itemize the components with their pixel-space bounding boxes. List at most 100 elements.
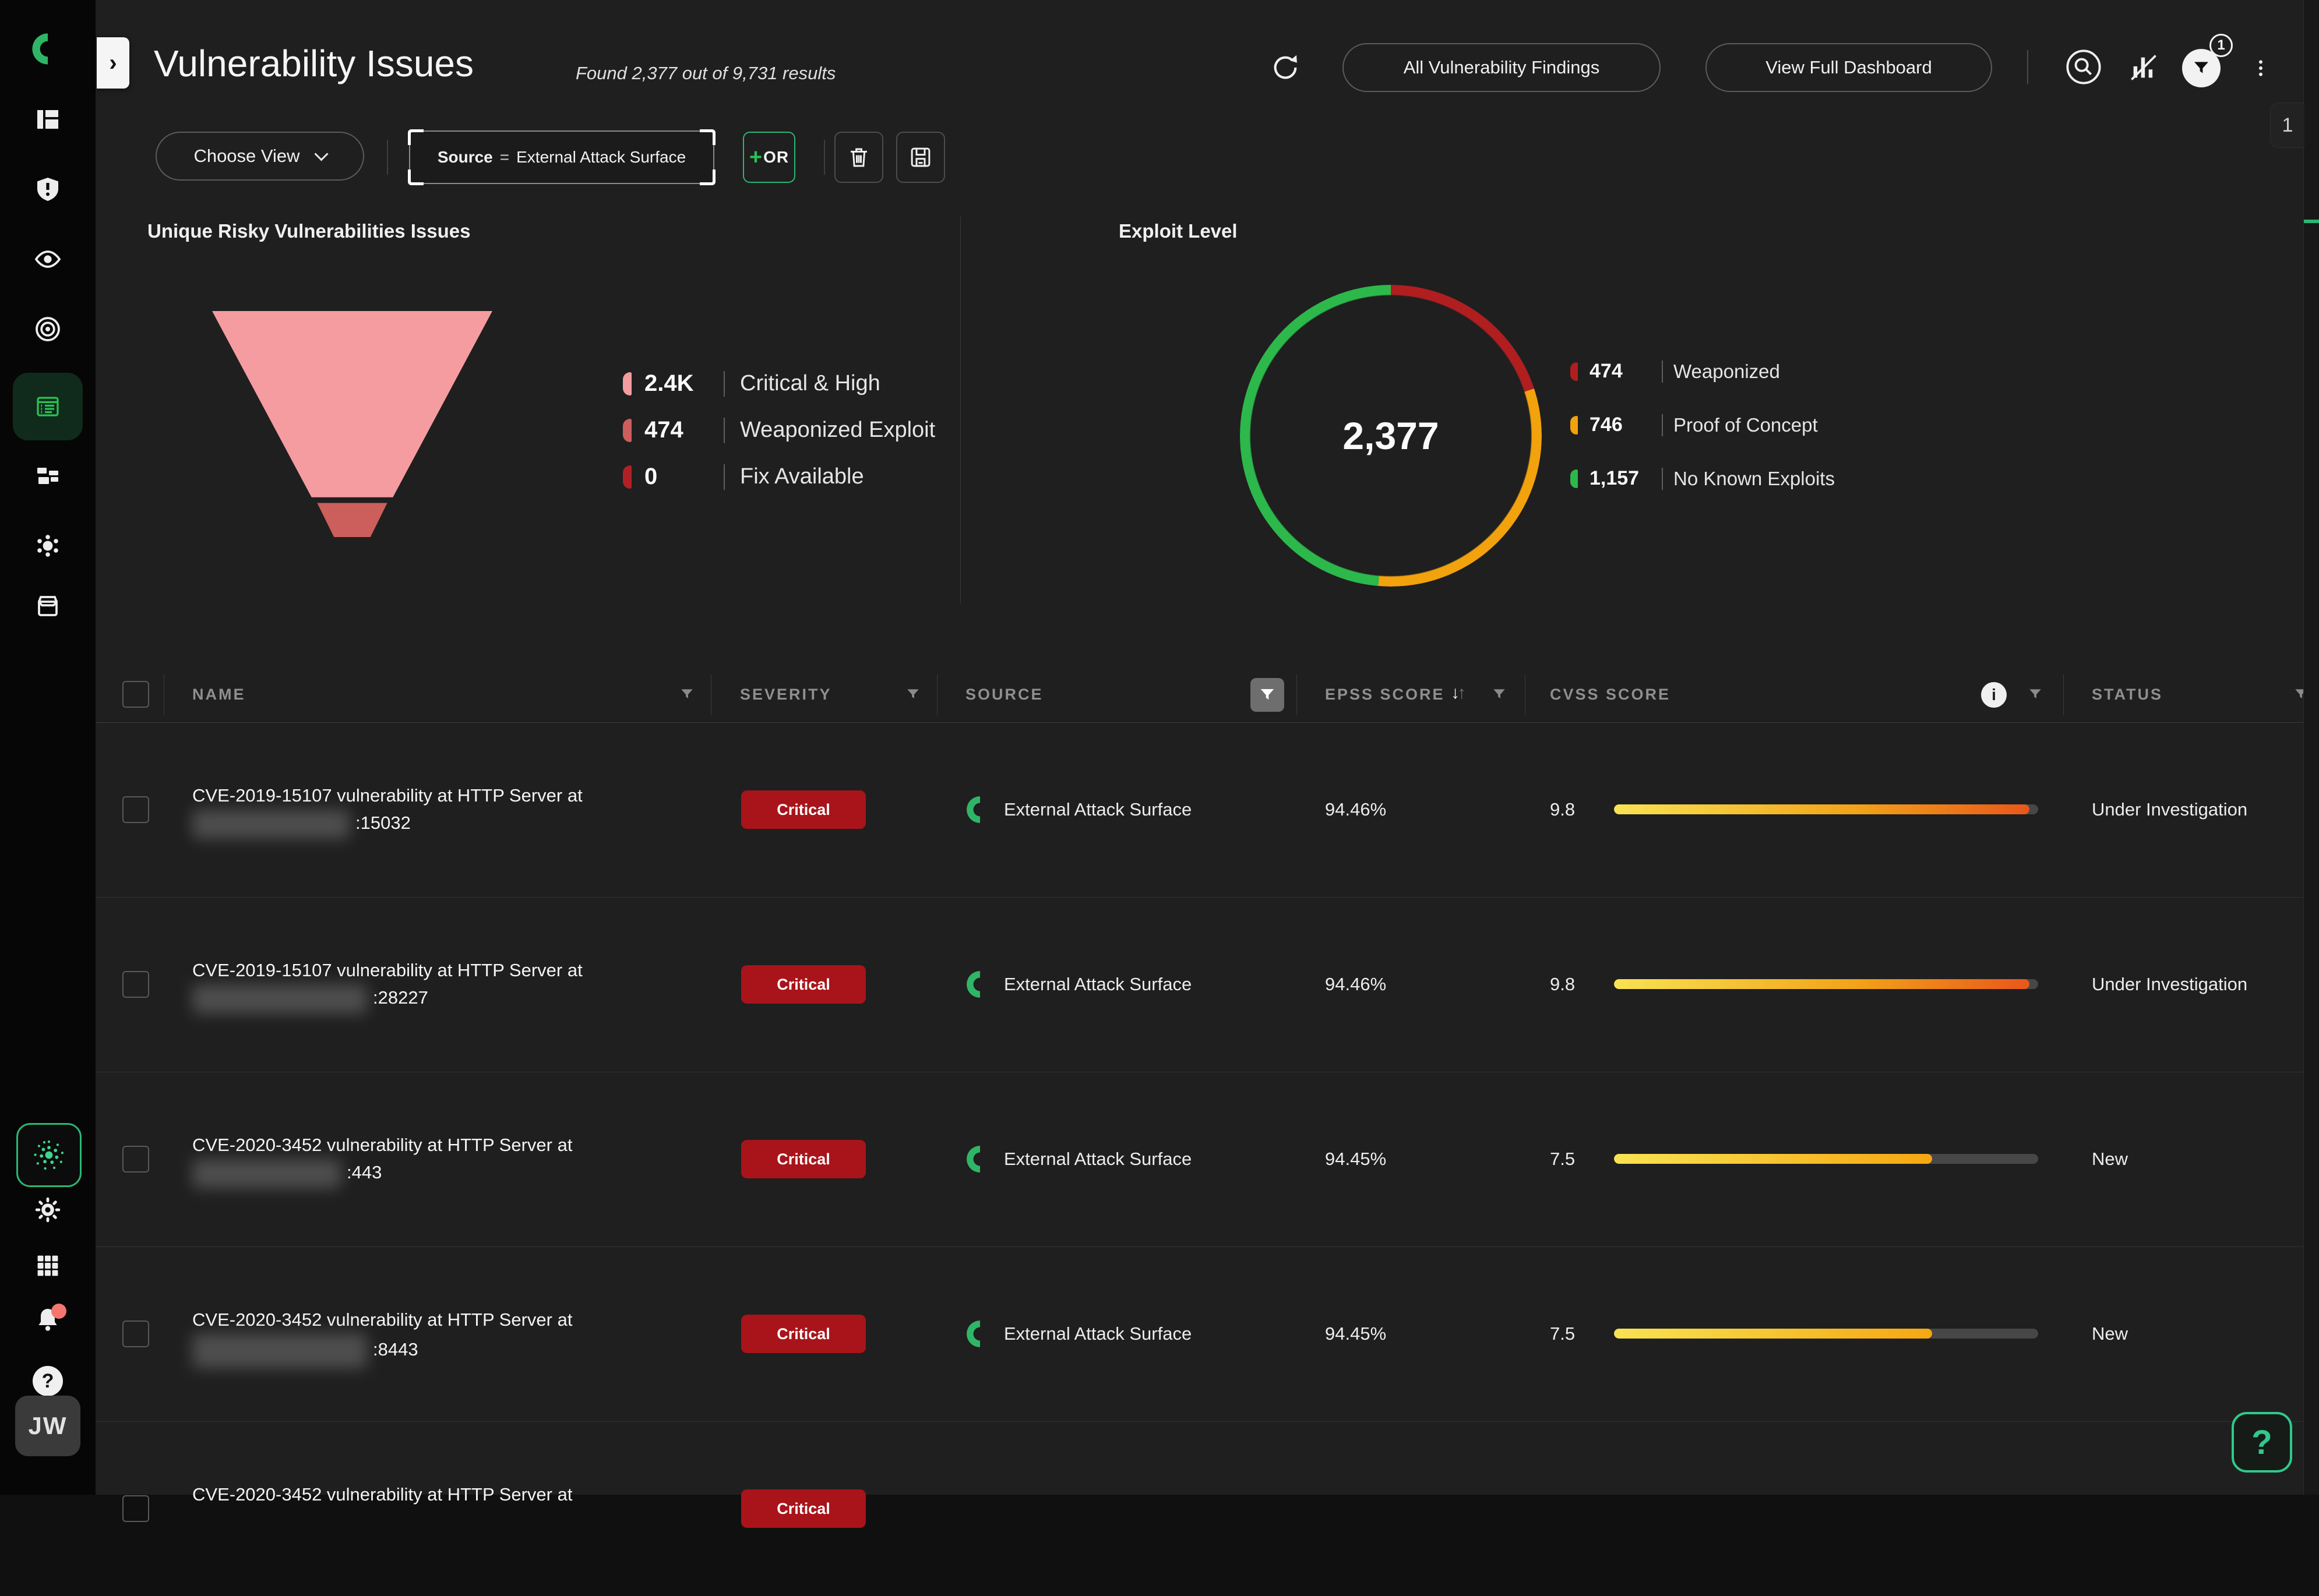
source-cell: External Attack Surface (965, 1319, 1192, 1348)
sidebar-item-notifications[interactable] (0, 1305, 96, 1334)
filter-chip-source[interactable]: Source = External Attack Surface (408, 129, 716, 185)
sidebar-item-apps[interactable] (0, 1251, 96, 1280)
blocks-icon (34, 462, 62, 490)
source-label: External Attack Surface (1004, 1323, 1192, 1344)
sort-desc-icon: ↓ (1451, 683, 1460, 702)
filterbar-divider (824, 140, 825, 175)
side-panel-tab[interactable]: 1 (2270, 103, 2304, 148)
sidebar-item-risk[interactable] (0, 175, 96, 204)
column-divider (1296, 675, 1297, 715)
name-line1: CVE-2019-15107 vulnerability at HTTP Ser… (192, 785, 583, 806)
column-divider (2063, 675, 2064, 715)
donut-chart[interactable]: 2,377 (1240, 285, 1542, 587)
vulnerability-name-link[interactable]: CVE-2020-3452 vulnerability at HTTP Serv… (192, 1131, 572, 1188)
table-row[interactable]: CVE-2019-15107 vulnerability at HTTP Ser… (96, 897, 2304, 1072)
help-button[interactable]: ? (2232, 1412, 2292, 1473)
table-row[interactable]: CVE-2019-15107 vulnerability at HTTP Ser… (96, 722, 2304, 898)
user-avatar[interactable]: JW (15, 1396, 80, 1456)
chip-corner (408, 170, 424, 185)
filter-funnel-icon (1259, 686, 1276, 704)
question-mark-icon: ? (33, 1366, 63, 1396)
epss-sort-control[interactable]: ↓↑ (1451, 683, 1466, 703)
severity-badge: Critical (741, 790, 866, 829)
cvss-bar-fill (1614, 1329, 1932, 1339)
sidebar-item-dashboard[interactable] (0, 105, 96, 134)
chart-toggle-button[interactable] (2128, 52, 2159, 83)
sidebar-item-help[interactable]: ? (0, 1365, 96, 1397)
funnel-chart-title: Unique Risky Vulnerabilities Issues (147, 220, 471, 242)
port: :8443 (373, 1339, 418, 1360)
legend-value: 474 (1590, 360, 1623, 382)
sidebar-item-assets[interactable] (0, 461, 96, 490)
severity-badge: Critical (741, 965, 866, 1004)
legend-separator (724, 464, 725, 490)
all-vulnerability-findings-button[interactable]: All Vulnerability Findings (1342, 43, 1661, 92)
refresh-button[interactable] (1269, 51, 1302, 84)
cvss-score: 9.8 (1550, 799, 1576, 820)
sidebar-item-threats[interactable] (0, 531, 96, 560)
name-filter-icon[interactable] (679, 687, 695, 702)
source-cell: External Attack Surface (965, 1145, 1192, 1174)
brand-logo[interactable] (0, 29, 96, 69)
column-header-name: NAME (192, 686, 246, 703)
column-divider (937, 675, 938, 715)
table-header: NAME SEVERITY SOURCE EPSS SCORE ↓↑ CVSS … (96, 667, 2304, 723)
vulnerability-name-link[interactable]: CVE-2019-15107 vulnerability at HTTP Ser… (192, 956, 583, 1014)
vulnerability-name-link[interactable]: CVE-2020-3452 vulnerability at HTTP Serv… (192, 1306, 572, 1368)
row-checkbox[interactable] (122, 1146, 149, 1173)
row-checkbox[interactable] (122, 796, 149, 823)
source-filter-active-button[interactable] (1250, 678, 1284, 712)
table-row[interactable]: CVE-2020-3452 vulnerability at HTTP Serv… (96, 1421, 2304, 1596)
source-label: External Attack Surface (1004, 1149, 1192, 1169)
save-icon (908, 145, 933, 170)
cvss-info-icon[interactable]: i (1981, 682, 2007, 708)
sidebar-item-ai-insights[interactable] (16, 1123, 82, 1187)
more-options-button[interactable] (2249, 49, 2272, 87)
cvss-bar-fill (1614, 1154, 1932, 1164)
chart-slash-icon (2128, 52, 2159, 83)
severity-badge: Critical (741, 1140, 866, 1178)
cvss-filter-icon[interactable] (2028, 687, 2043, 702)
view-full-dashboard-button[interactable]: View Full Dashboard (1705, 43, 1992, 92)
chip-value: External Attack Surface (516, 148, 686, 166)
trash-icon (847, 145, 871, 170)
sidebar-item-settings[interactable] (0, 1195, 96, 1224)
row-checkbox[interactable] (122, 971, 149, 998)
sidebar-item-inventory[interactable] (0, 591, 96, 620)
severity-badge: Critical (741, 1315, 866, 1353)
select-all-checkbox[interactable] (122, 681, 149, 708)
legend-value: 474 (644, 417, 683, 443)
severity-filter-icon[interactable] (905, 687, 921, 702)
row-checkbox[interactable] (122, 1495, 149, 1522)
brand-source-icon (965, 970, 995, 999)
status-cell: Under Investigation (2092, 799, 2248, 820)
sidebar-item-vulnerabilities-active[interactable] (13, 373, 83, 440)
sidebar-item-visibility[interactable] (0, 245, 96, 274)
search-button[interactable] (2066, 49, 2102, 85)
name-line1: CVE-2019-15107 vulnerability at HTTP Ser… (192, 960, 583, 980)
table-row[interactable]: CVE-2020-3452 vulnerability at HTTP Serv… (96, 1072, 2304, 1247)
status-cell: Under Investigation (2092, 974, 2248, 994)
donut-legend-item: 1,157 No Known Exploits (1570, 467, 1835, 490)
save-filter-button[interactable] (896, 132, 945, 183)
cvss-score: 9.8 (1550, 974, 1576, 994)
name-line1: CVE-2020-3452 vulnerability at HTTP Serv… (192, 1309, 573, 1330)
donut-legend-item: 746 Proof of Concept (1570, 414, 1818, 436)
button-label: View Full Dashboard (1765, 57, 1932, 77)
chevron-right-icon: › (109, 50, 117, 76)
severity-badge: Critical (741, 1489, 866, 1528)
delete-filter-button[interactable] (834, 132, 883, 183)
status-cell: New (2092, 1323, 2128, 1344)
row-checkbox[interactable] (122, 1320, 149, 1347)
target-icon (34, 315, 62, 343)
expand-panel-button[interactable]: › (97, 37, 129, 89)
chip-corner (700, 170, 716, 185)
table-row[interactable]: CVE-2020-3452 vulnerability at HTTP Serv… (96, 1247, 2304, 1422)
eye-icon (34, 245, 62, 273)
vulnerability-name-link[interactable]: CVE-2019-15107 vulnerability at HTTP Ser… (192, 782, 583, 839)
sidebar-item-target[interactable] (0, 315, 96, 344)
choose-view-dropdown[interactable]: Choose View (156, 132, 364, 181)
add-or-condition-button[interactable]: + OR (743, 132, 795, 183)
epss-filter-icon[interactable] (1492, 687, 1507, 702)
port: :28227 (373, 987, 428, 1008)
